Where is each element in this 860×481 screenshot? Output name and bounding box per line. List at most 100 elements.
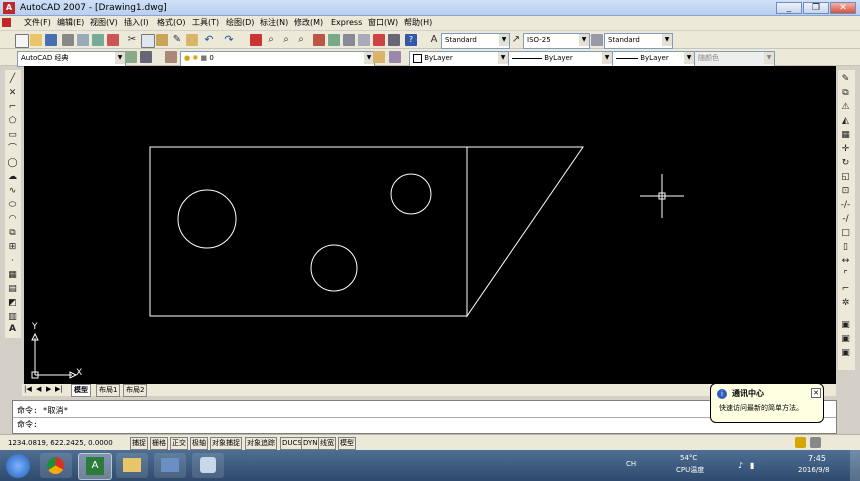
clock-date[interactable]: 2016/9/8: [798, 466, 829, 474]
layer-select[interactable]: ● ✺ ■ 0 ▼: [180, 51, 375, 67]
menu-help[interactable]: 帮助(H): [404, 17, 432, 29]
linetype-select[interactable]: ByLayer ▼: [508, 51, 613, 67]
bring-front-icon[interactable]: ▣: [840, 334, 851, 345]
dim-style-select[interactable]: ISO-25 ▼: [523, 33, 590, 49]
properties-icon[interactable]: [313, 34, 325, 46]
plotstyle-select[interactable]: 随颜色 ▼: [694, 51, 775, 67]
rotate-icon[interactable]: ↻: [840, 158, 851, 169]
tab-layout1[interactable]: 布局1: [96, 384, 121, 397]
taskbar-autocad[interactable]: A: [78, 453, 112, 480]
close-button[interactable]: ✕: [830, 2, 856, 14]
chamfer-icon[interactable]: ⌜: [840, 270, 851, 281]
tool-palettes-icon[interactable]: [343, 34, 355, 46]
join-icon[interactable]: ↔: [840, 256, 851, 267]
network-icon[interactable]: ▮: [750, 461, 754, 470]
circle-top-right[interactable]: [390, 173, 432, 215]
doc-icon[interactable]: [2, 18, 11, 27]
drawing-canvas[interactable]: Y X: [24, 66, 836, 384]
undo-icon[interactable]: ↶: [203, 34, 215, 46]
lock-toolbars-icon[interactable]: [810, 437, 821, 448]
menu-dimension[interactable]: 标注(N): [260, 17, 288, 29]
menu-view[interactable]: 视图(V): [90, 17, 118, 29]
send-back-icon[interactable]: ▣: [840, 348, 851, 359]
draw-order-icon[interactable]: ▣: [840, 320, 851, 331]
language-indicator[interactable]: CH: [626, 460, 636, 468]
polar-button[interactable]: 极轴: [190, 437, 208, 450]
tab-nav-first-icon[interactable]: |◀: [24, 385, 32, 393]
workspace-save-icon[interactable]: [140, 51, 152, 63]
design-center-icon[interactable]: [328, 34, 340, 46]
menu-tools[interactable]: 工具(T): [192, 17, 219, 29]
minimize-button[interactable]: _: [776, 2, 802, 14]
hatch-icon[interactable]: ▦: [7, 270, 18, 281]
volume-icon[interactable]: ♪: [738, 461, 743, 470]
menu-express[interactable]: Express: [331, 17, 362, 29]
zoom-realtime-icon[interactable]: ⌕: [265, 34, 277, 46]
taskbar-screenshot[interactable]: [154, 453, 186, 478]
help-icon[interactable]: ?: [405, 34, 417, 46]
markup-icon[interactable]: [373, 34, 385, 46]
region-icon[interactable]: ◩: [7, 298, 18, 309]
copy-icon[interactable]: [141, 34, 155, 48]
move-icon[interactable]: ✛: [840, 144, 851, 155]
open-icon[interactable]: [30, 34, 42, 46]
clock-time[interactable]: 7:45: [808, 454, 826, 463]
spline-icon[interactable]: ∿: [7, 186, 18, 197]
balloon-text[interactable]: 快速访问最新的简单方法。: [719, 403, 803, 413]
explode-icon[interactable]: ✲: [840, 298, 851, 309]
copy-object-icon[interactable]: ⧉: [840, 88, 851, 99]
cut-icon[interactable]: ✂: [126, 34, 138, 46]
erase-icon[interactable]: ✎: [840, 74, 851, 85]
fillet-icon[interactable]: ⌐: [840, 284, 851, 295]
circle-large[interactable]: [177, 189, 237, 249]
gradient-icon[interactable]: ▤: [7, 284, 18, 295]
restore-button[interactable]: ❐: [803, 2, 829, 14]
layer-previous-icon[interactable]: [389, 51, 401, 63]
tab-model[interactable]: 模型: [71, 384, 91, 397]
paste-icon[interactable]: [156, 34, 168, 46]
rectangle-icon[interactable]: ▭: [7, 130, 18, 141]
extend-icon[interactable]: -/: [840, 214, 851, 225]
menu-draw[interactable]: 绘图(D): [226, 17, 254, 29]
rectangle-shape[interactable]: [149, 146, 468, 317]
tab-layout2[interactable]: 布局2: [123, 384, 148, 397]
menu-edit[interactable]: 编辑(E): [57, 17, 84, 29]
print-icon[interactable]: [62, 34, 74, 46]
table-style-select[interactable]: Standard ▼: [604, 33, 673, 49]
model-button[interactable]: 模型: [338, 437, 356, 450]
stretch-icon[interactable]: ⊡: [840, 186, 851, 197]
tab-nav-last-icon[interactable]: ▶|: [55, 385, 63, 393]
tab-nav-next-icon[interactable]: ▶: [46, 385, 51, 393]
lineweight-select[interactable]: ByLayer ▼: [612, 51, 695, 67]
taskbar-explorer[interactable]: [116, 453, 148, 478]
snap-button[interactable]: 捕捉: [130, 437, 148, 450]
offset-icon[interactable]: ◭: [840, 116, 851, 127]
point-icon[interactable]: ·: [7, 256, 18, 267]
zoom-window-icon[interactable]: ⌕: [280, 34, 292, 46]
sheet-set-icon[interactable]: [358, 34, 370, 46]
menu-window[interactable]: 窗口(W): [368, 17, 398, 29]
text-style-select[interactable]: Standard ▼: [441, 33, 510, 49]
save-icon[interactable]: [45, 34, 57, 46]
arc-icon[interactable]: ⌒: [7, 144, 18, 155]
workspace-select[interactable]: AutoCAD 经典 ▼: [17, 51, 126, 67]
array-icon[interactable]: ▦: [840, 130, 851, 141]
start-button[interactable]: [6, 454, 30, 478]
polygon-icon[interactable]: ⬠: [7, 116, 18, 127]
grid-button[interactable]: 栅格: [150, 437, 168, 450]
trim-icon[interactable]: -/-: [840, 200, 851, 211]
menu-modify[interactable]: 修改(M): [294, 17, 323, 29]
mirror-icon[interactable]: ⚠: [840, 102, 851, 113]
color-select[interactable]: ByLayer ▼: [409, 51, 509, 67]
circle-bottom[interactable]: [310, 244, 358, 292]
matchprop-icon[interactable]: ✎: [171, 34, 183, 46]
workspace-settings-icon[interactable]: [125, 51, 137, 63]
line-icon[interactable]: ╱: [7, 74, 18, 85]
new-icon[interactable]: [15, 34, 29, 48]
menu-insert[interactable]: 插入(I): [124, 17, 149, 29]
menu-file[interactable]: 文件(F): [24, 17, 51, 29]
publish-icon[interactable]: [92, 34, 104, 46]
dyn-button[interactable]: DYN: [301, 437, 320, 450]
taskbar-tool[interactable]: [192, 453, 224, 478]
etransmit-icon[interactable]: [107, 34, 119, 46]
